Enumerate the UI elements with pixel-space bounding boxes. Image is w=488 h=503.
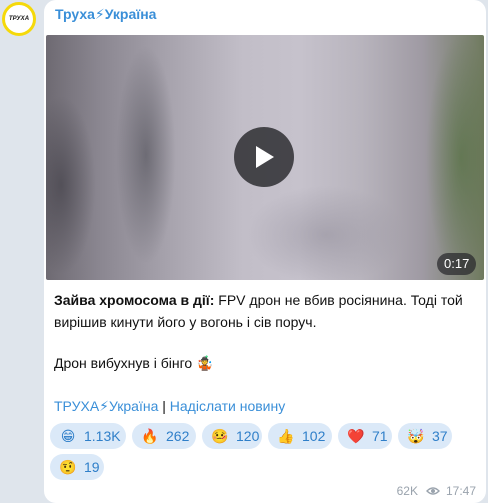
eye-icon [425, 486, 440, 496]
message-bubble: Труха⚡Україна 0:17 Зайва хромосома в дії… [44, 0, 486, 503]
reaction-count: 102 [302, 428, 326, 444]
heart-emoji-icon: ❤️ [347, 427, 365, 444]
channel-link[interactable]: ТРУХА⚡Україна [54, 398, 158, 414]
raised-eyebrow-emoji-icon: 🤨 [59, 458, 77, 475]
link-separator: | [162, 398, 166, 414]
reaction-fire[interactable]: 🔥 262 [132, 423, 196, 449]
reaction-count: 1.13K [84, 428, 121, 444]
video-blur-shape [426, 35, 484, 280]
reaction-count: 120 [236, 428, 260, 444]
reaction-heart[interactable]: ❤️ 71 [338, 423, 392, 449]
message-time: 17:47 [445, 484, 476, 498]
reaction-count: 71 [372, 428, 388, 444]
play-button[interactable] [234, 127, 294, 187]
avatar-logo-text: ТРУХА [8, 16, 30, 22]
post-caption: Зайва хромосома в дії: FPV дрон не вбив … [54, 289, 474, 333]
reaction-count: 19 [84, 459, 100, 475]
play-icon [256, 146, 274, 168]
video-blur-shape [46, 95, 96, 275]
reaction-count: 37 [432, 428, 448, 444]
reaction-grin[interactable]: 😁 1.13K [50, 423, 126, 449]
reaction-exploding-head[interactable]: 🤯 37 [398, 423, 452, 449]
video-blur-shape [116, 45, 176, 265]
view-count: 62K [396, 484, 418, 498]
video-preview[interactable]: 0:17 [46, 35, 484, 280]
exploding-head-emoji-icon: 🤯 [407, 427, 425, 444]
reaction-thumbs-up[interactable]: 👍 102 [268, 423, 332, 449]
caption-bold: Зайва хромосома в дії: [54, 292, 215, 308]
caption-line2-text: Дрон вибухнув і бінго [54, 355, 193, 371]
post-caption-line2: Дрон вибухнув і бінго 🤹 [54, 352, 474, 374]
grin-emoji-icon: 😁 [60, 427, 76, 444]
reaction-count: 262 [166, 428, 190, 444]
fire-emoji-icon: 🔥 [141, 427, 159, 444]
thumbs-up-emoji-icon: 👍 [277, 427, 295, 444]
post-links: ТРУХА⚡Україна | Надіслати новину [54, 395, 285, 417]
channel-name[interactable]: Труха⚡Україна [55, 6, 156, 23]
sick-emoji-icon: 🤒 [211, 427, 229, 444]
reaction-sick[interactable]: 🤒 120 [202, 423, 262, 449]
reaction-raised-eyebrow[interactable]: 🤨 19 [50, 454, 104, 480]
video-blur-shape [246, 185, 406, 280]
channel-avatar[interactable]: ТРУХА [2, 2, 36, 36]
video-duration: 0:17 [437, 253, 477, 275]
juggling-emoji-icon: 🤹 [196, 355, 214, 371]
message-footer: 62K 17:47 [397, 484, 476, 498]
submit-news-link[interactable]: Надіслати новину [170, 398, 285, 414]
